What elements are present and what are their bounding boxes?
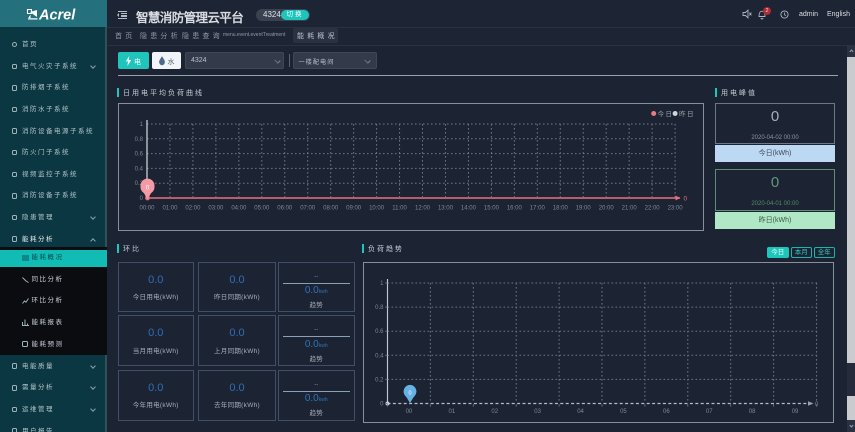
svg-text:15:00: 15:00 — [484, 206, 500, 212]
svg-text:08: 08 — [749, 409, 756, 415]
svg-text:03: 03 — [534, 409, 541, 415]
svg-text:0: 0 — [815, 402, 819, 408]
svg-text:04:00: 04:00 — [231, 206, 247, 212]
svg-text:0: 0 — [140, 196, 144, 202]
svg-text:17:00: 17:00 — [530, 206, 546, 212]
svg-text:0.4: 0.4 — [135, 166, 144, 172]
svg-text:1: 1 — [380, 281, 384, 287]
svg-text:09: 09 — [792, 409, 799, 415]
svg-text:06:00: 06:00 — [277, 206, 293, 212]
svg-text:07: 07 — [706, 409, 713, 415]
svg-text:14:00: 14:00 — [461, 206, 477, 212]
svg-text:16:00: 16:00 — [507, 206, 523, 212]
svg-text:12:00: 12:00 — [415, 206, 431, 212]
svg-text:00:00: 00:00 — [139, 206, 155, 212]
svg-text:01:00: 01:00 — [162, 206, 178, 212]
svg-text:23:00: 23:00 — [668, 206, 684, 212]
svg-text:05: 05 — [620, 409, 627, 415]
svg-text:04: 04 — [577, 409, 584, 415]
svg-text:11:00: 11:00 — [392, 206, 407, 212]
svg-text:Acrel: Acrel — [38, 7, 76, 23]
svg-text:19:00: 19:00 — [576, 206, 592, 212]
svg-text:昨日: 昨日 — [679, 109, 695, 118]
svg-text:今日: 今日 — [658, 109, 674, 118]
svg-text:1: 1 — [140, 122, 144, 128]
svg-text:05:00: 05:00 — [254, 206, 270, 212]
svg-text:0: 0 — [380, 402, 384, 408]
svg-text:0: 0 — [684, 196, 688, 203]
svg-text:02:00: 02:00 — [185, 206, 201, 212]
svg-text:21:00: 21:00 — [622, 206, 638, 212]
svg-text:0.8: 0.8 — [375, 305, 384, 311]
svg-text:00: 00 — [406, 409, 413, 415]
svg-text:0.8: 0.8 — [135, 137, 144, 143]
svg-text:03:00: 03:00 — [208, 206, 224, 212]
svg-text:01: 01 — [449, 409, 456, 415]
svg-text:13:00: 13:00 — [438, 206, 454, 212]
svg-text:0.2: 0.2 — [375, 377, 384, 383]
svg-text:22:00: 22:00 — [645, 206, 661, 212]
svg-text:20:00: 20:00 — [599, 206, 615, 212]
svg-text:0.6: 0.6 — [375, 329, 384, 335]
svg-text:0: 0 — [408, 390, 411, 396]
svg-text:0.6: 0.6 — [135, 152, 144, 158]
svg-text:08:00: 08:00 — [323, 206, 339, 212]
svg-text:0.4: 0.4 — [375, 353, 384, 359]
svg-text:18:00: 18:00 — [553, 206, 569, 212]
svg-text:06: 06 — [663, 409, 670, 415]
svg-text:02: 02 — [491, 409, 498, 415]
svg-text:07:00: 07:00 — [300, 206, 316, 212]
svg-text:09:00: 09:00 — [346, 206, 362, 212]
svg-text:10:00: 10:00 — [369, 206, 385, 212]
